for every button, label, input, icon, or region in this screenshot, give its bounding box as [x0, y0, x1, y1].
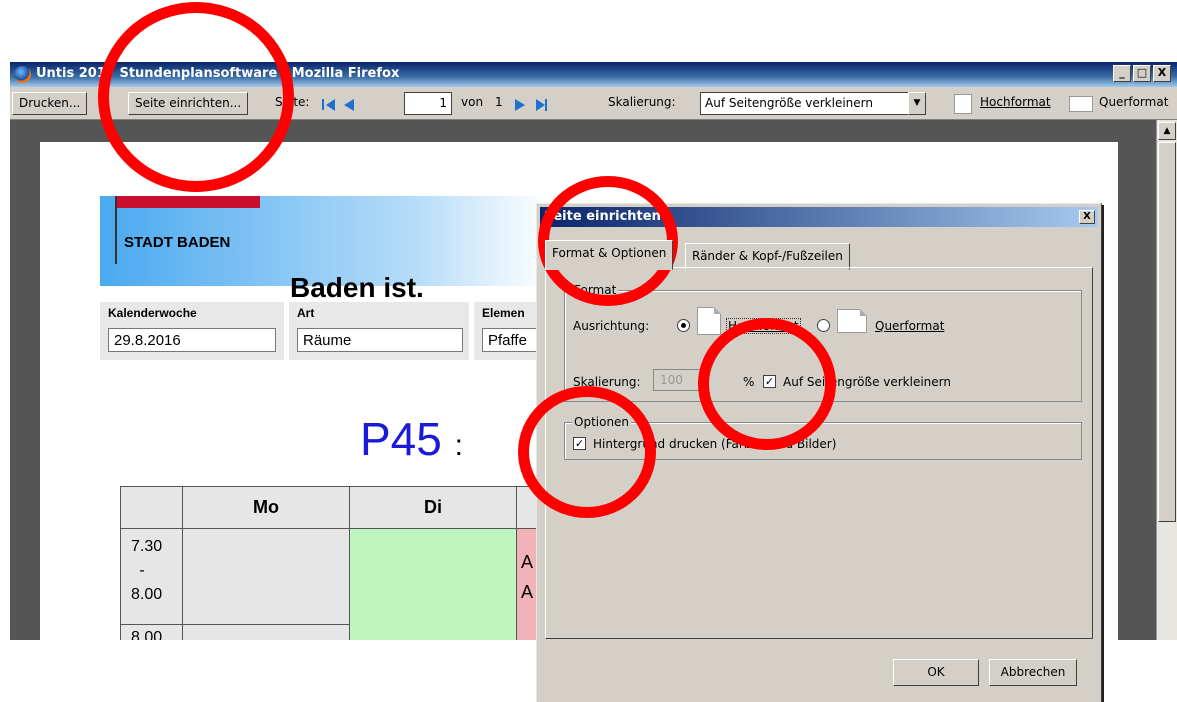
format-legend: Format	[572, 283, 619, 297]
time-start-2: 8.00	[131, 629, 163, 640]
room-suffix: :	[454, 429, 463, 462]
scale-label: Skalierung:	[573, 375, 641, 389]
page-of-label: von	[461, 95, 484, 109]
slogan: Baden ist.	[290, 272, 424, 303]
title-bar: Untis 2017 Stundenplansoftware - Mozilla…	[10, 62, 1177, 87]
minimize-button[interactable]: _	[1113, 65, 1131, 82]
room-title: P45 :	[360, 412, 463, 466]
scale-select[interactable]: Auf Seitengröße verkleinern	[700, 92, 926, 115]
vertical-scrollbar[interactable]: ▲	[1156, 120, 1177, 640]
next-page-icon[interactable]	[515, 99, 525, 111]
last-page-arrow-icon[interactable]	[536, 99, 545, 111]
print-button[interactable]: Drucken...	[12, 92, 88, 115]
landscape-radio[interactable]	[817, 319, 830, 332]
page-label: Seite:	[275, 95, 310, 109]
last-page-icon[interactable]	[545, 99, 547, 111]
background-checkbox[interactable]: ✓	[573, 437, 586, 450]
field-element-label: Elemen	[482, 306, 525, 320]
percent-label: %	[743, 375, 755, 389]
time-slot-2: 8.00	[120, 624, 183, 640]
org-name: STADT BADEN	[124, 234, 231, 251]
shrink-label[interactable]: Auf Seitengröße verkleinern	[783, 375, 951, 389]
field-type: Art Räume	[289, 302, 469, 360]
dialog-title: Seite einrichten	[540, 207, 1098, 227]
logo-line	[115, 196, 117, 264]
chevron-down-icon[interactable]: ▼	[908, 92, 926, 115]
first-page-icon[interactable]	[322, 99, 324, 110]
room-name: P45	[360, 413, 442, 465]
cell-mo-1	[182, 528, 350, 625]
portrait-button[interactable]: Hochformat	[980, 92, 1051, 115]
day-header-di: Di	[349, 486, 517, 529]
portrait-radio[interactable]	[677, 319, 690, 332]
shrink-checkbox[interactable]: ✓	[763, 375, 776, 388]
field-week: Kalenderwoche 29.8.2016	[100, 302, 284, 360]
options-group: Optionen ✓ Hintergrund drucken (Farben u…	[564, 415, 1082, 460]
field-week-value: 29.8.2016	[108, 328, 276, 352]
firefox-icon	[14, 66, 31, 83]
dialog-close-icon[interactable]: X	[1079, 210, 1095, 224]
field-type-value: Räume	[297, 328, 463, 352]
landscape-button[interactable]: Querformat	[1099, 92, 1168, 115]
timetable: Mo Di 7.30 - 8.00 A A 8.00	[120, 486, 557, 640]
day-header-mo: Mo	[182, 486, 350, 529]
scale-label: Skalierung:	[608, 95, 676, 109]
ok-button[interactable]: OK	[893, 659, 979, 686]
portrait-label[interactable]: Hochformat	[726, 318, 801, 334]
orientation-label: Ausrichtung:	[573, 319, 650, 333]
field-week-label: Kalenderwoche	[108, 306, 197, 320]
landscape-page-icon	[837, 309, 867, 333]
tab-panel: Format Ausrichtung: Hochformat Querforma…	[545, 267, 1093, 639]
scroll-thumb[interactable]	[1158, 142, 1176, 522]
first-page-arrow-icon[interactable]	[326, 99, 335, 111]
window-title: Untis 2017 Stundenplansoftware - Mozilla…	[36, 66, 400, 81]
previous-page-icon[interactable]	[344, 99, 354, 111]
options-legend: Optionen	[572, 415, 632, 429]
page-number-input[interactable]: 1	[404, 92, 452, 115]
tab-margins-headers[interactable]: Ränder & Kopf-/Fußzeilen	[685, 243, 850, 270]
portrait-page-icon[interactable]	[954, 94, 972, 114]
page-setup-dialog: Seite einrichten X Format & Optionen Rän…	[536, 203, 1102, 702]
cell-mo-2	[182, 624, 350, 640]
landscape-page-icon[interactable]	[1069, 96, 1093, 112]
background-label[interactable]: Hintergrund drucken (Farben und Bilder)	[593, 437, 836, 451]
maximize-button[interactable]: □	[1133, 65, 1151, 82]
portrait-page-icon	[697, 307, 721, 335]
close-button[interactable]: X	[1153, 65, 1171, 82]
landscape-label[interactable]: Querformat	[875, 319, 944, 333]
format-group: Format Ausrichtung: Hochformat Querforma…	[564, 283, 1082, 402]
time-sep: -	[139, 562, 145, 579]
tab-format-options[interactable]: Format & Optionen	[545, 240, 674, 270]
logo-red-bar	[115, 196, 260, 208]
field-type-label: Art	[297, 306, 315, 320]
time-slot: 7.30 - 8.00	[120, 528, 183, 625]
time-start: 7.30	[131, 538, 163, 555]
scale-input[interactable]: 100	[653, 369, 703, 391]
corner-header	[120, 486, 183, 529]
print-preview-toolbar: Drucken... Seite einrichten... Seite: 1 …	[10, 87, 1177, 120]
time-end: 8.00	[131, 586, 163, 603]
cancel-button[interactable]: Abbrechen	[989, 659, 1077, 686]
cell-di-1	[349, 528, 517, 640]
page-total: 1	[495, 95, 503, 109]
scroll-up-icon[interactable]: ▲	[1158, 122, 1176, 140]
page-setup-button[interactable]: Seite einrichten...	[128, 92, 249, 115]
